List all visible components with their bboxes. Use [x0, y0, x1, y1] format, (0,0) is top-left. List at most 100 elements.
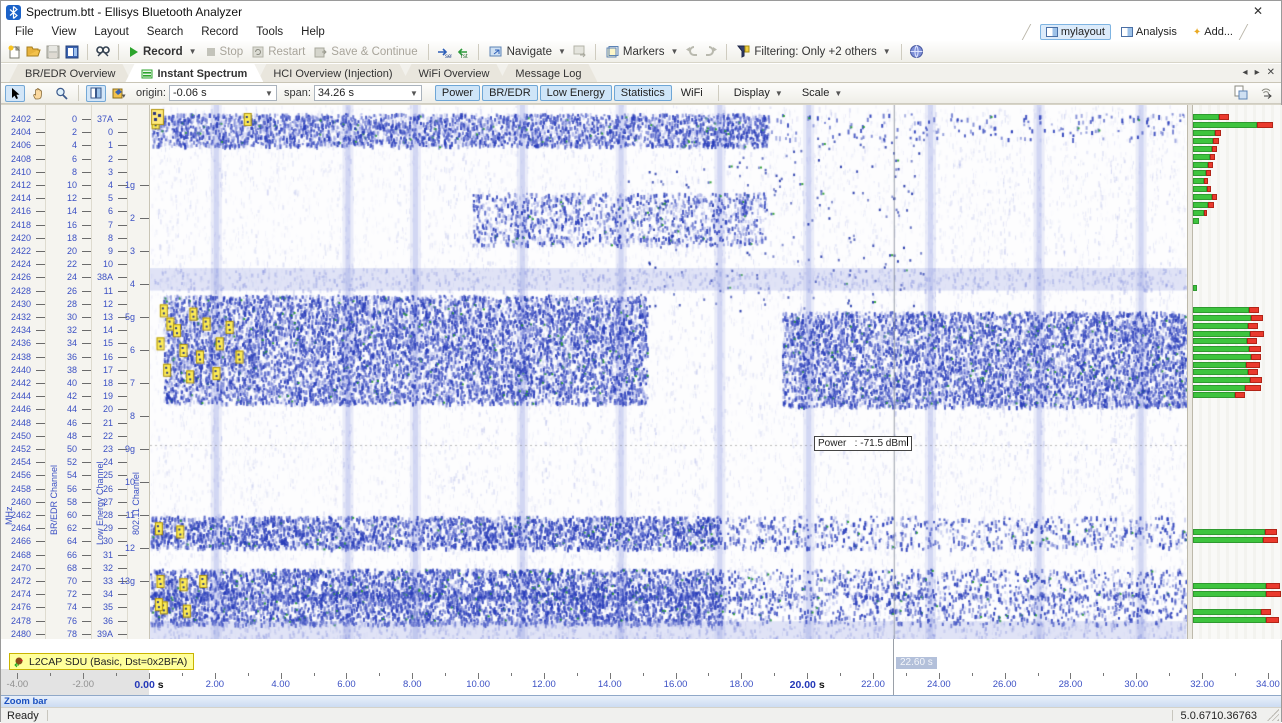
utilization-bar-error: [1219, 114, 1229, 120]
le-tick-mark: [118, 409, 127, 410]
spectrogram-canvas[interactable]: [150, 105, 1188, 640]
mhz-tick-label: 2432: [11, 312, 31, 322]
find-icon[interactable]: [95, 44, 111, 60]
filtering-button[interactable]: Filtering: Only +2 others ▼: [734, 44, 893, 59]
properties-icon[interactable]: [64, 44, 80, 60]
layout-button-analysis[interactable]: Analysis: [1115, 24, 1183, 40]
utilization-bar: [1193, 202, 1282, 208]
toggle-wifi[interactable]: WiFi: [674, 85, 710, 101]
window-close-button[interactable]: ✕: [1247, 4, 1269, 20]
bredr-tick-label: 22: [67, 259, 77, 269]
resize-grip[interactable]: [1267, 709, 1279, 721]
open-file-icon[interactable]: [26, 44, 42, 60]
tab-scroll-left-icon[interactable]: ◂: [1243, 67, 1248, 78]
record-button[interactable]: Record ▼: [126, 45, 200, 59]
menu-item-search[interactable]: Search: [139, 25, 191, 39]
mhz-tick-mark: [36, 568, 45, 569]
toggle-statistics[interactable]: Statistics: [614, 85, 672, 101]
le-tick-mark: [118, 528, 127, 529]
tab-close-icon[interactable]: ✕: [1267, 67, 1275, 78]
tab-instant-spectrum[interactable]: Instant Spectrum: [125, 64, 263, 82]
set-time-icon[interactable]: set: [436, 44, 452, 60]
reset-time-icon[interactable]: rst: [455, 44, 471, 60]
origin-input[interactable]: -0.06 s ▼: [169, 85, 277, 101]
le-tick-mark: [118, 119, 127, 120]
toolbar-separator: [726, 44, 727, 60]
layout-button-add[interactable]: ✦ Add...: [1187, 24, 1239, 40]
bredr-tick-mark: [82, 515, 91, 516]
tab-message-log[interactable]: Message Log: [499, 64, 597, 82]
le-tick-label: 18: [103, 378, 113, 388]
tab-scroll-right-icon[interactable]: ▸: [1255, 67, 1260, 78]
tab-hci-overview-injection-[interactable]: HCI Overview (Injection): [257, 64, 408, 82]
magnifier-icon: [55, 87, 68, 100]
utilization-bar: [1193, 617, 1282, 623]
mhz-tick-label: 2466: [11, 536, 31, 546]
bredr-tick-mark: [82, 277, 91, 278]
menu-item-tools[interactable]: Tools: [248, 25, 291, 39]
utilization-bar-error: [1235, 392, 1245, 398]
bredr-tick-label: 78: [67, 629, 77, 639]
time-tick-label: 34.00: [1256, 679, 1280, 690]
menu-item-view[interactable]: View: [44, 25, 85, 39]
menu-item-help[interactable]: Help: [293, 25, 333, 39]
tab-wifi-overview[interactable]: WiFi Overview: [403, 64, 506, 82]
time-tick-label: 26.00: [993, 679, 1017, 690]
utilization-bar: [1193, 591, 1282, 597]
le-tick-mark: [118, 436, 127, 437]
save-icon: [45, 44, 61, 60]
utilization-bar-error: [1265, 529, 1277, 535]
bredr-tick-mark: [82, 251, 91, 252]
scale-menu-button[interactable]: Scale ▼: [795, 85, 850, 101]
mhz-tick-mark: [36, 330, 45, 331]
copy-view-icon[interactable]: [1233, 85, 1249, 101]
mhz-tick-mark: [36, 159, 45, 160]
display-label: Display: [734, 87, 770, 99]
bredr-tick-mark: [82, 238, 91, 239]
display-menu-button[interactable]: Display ▼: [727, 85, 790, 101]
le-tick-label: 39A: [97, 629, 113, 639]
split-view-tool[interactable]: [86, 85, 106, 102]
le-tick-mark: [118, 502, 127, 503]
utilization-bar-good: [1193, 362, 1246, 368]
tabs-holder: BR/EDR OverviewInstant SpectrumHCI Overv…: [9, 64, 591, 82]
menu-item-file[interactable]: File: [7, 25, 42, 39]
utilization-bar-good: [1193, 529, 1265, 535]
time-tick-label: 16.00: [664, 679, 688, 690]
help-globe-icon[interactable]: [909, 44, 925, 60]
mhz-tick-mark: [36, 251, 45, 252]
new-file-icon[interactable]: [7, 44, 23, 60]
le-tick-label: 9: [108, 246, 113, 256]
pan-hand-tool[interactable]: [28, 85, 48, 102]
zoom-tool[interactable]: [51, 85, 71, 102]
toggle-low-energy[interactable]: Low Energy: [540, 85, 612, 101]
select-cursor-tool[interactable]: [5, 85, 25, 102]
utilization-bar-error: [1251, 354, 1261, 360]
le-tick-mark: [118, 225, 127, 226]
bredr-tick-mark: [82, 607, 91, 608]
tab-br-edr-overview[interactable]: BR/EDR Overview: [9, 64, 131, 82]
mhz-tick-label: 2442: [11, 378, 31, 388]
zoom-bar[interactable]: Zoom bar: [1, 695, 1281, 707]
navigate-button[interactable]: Navigate ▼: [486, 45, 569, 59]
le-tick-mark: [118, 330, 127, 331]
le-tick-mark: [118, 634, 127, 635]
toolbar-separator: [718, 85, 719, 101]
menu-item-record[interactable]: Record: [193, 25, 246, 39]
color-scheme-tool[interactable]: ▾: [109, 85, 129, 102]
markers-button[interactable]: Markers ▼: [603, 45, 681, 59]
bredr-tick-label: 50: [67, 444, 77, 454]
toggle-power[interactable]: Power: [435, 85, 480, 101]
spectrogram-plot[interactable]: Power : -71.5 dBm: [149, 105, 1187, 640]
layout-button-mylayout[interactable]: mylayout: [1040, 24, 1111, 40]
span-input[interactable]: 34.26 s ▼: [314, 85, 422, 101]
filtering-label: Filtering: Only +2 others: [754, 46, 876, 58]
mhz-tick-label: 2414: [11, 193, 31, 203]
le-tick-label: 23: [103, 444, 113, 454]
time-tick-mark: [708, 673, 709, 676]
menu-item-layout[interactable]: Layout: [86, 25, 137, 39]
live-signal-icon[interactable]: [1259, 85, 1275, 101]
utilization-bar: [1193, 362, 1282, 368]
toggle-br-edr[interactable]: BR/EDR: [482, 85, 538, 101]
version-text: 5.0.6710.36763: [1181, 710, 1257, 722]
